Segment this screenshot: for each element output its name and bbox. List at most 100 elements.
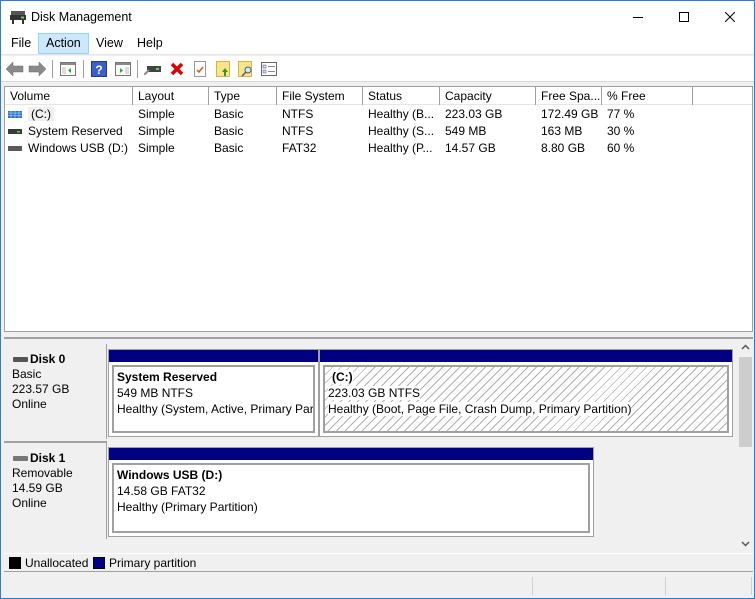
scrollbar-thumb[interactable]: [739, 357, 752, 447]
scroll-up-icon[interactable]: [741, 344, 750, 350]
back-button[interactable]: [5, 59, 25, 79]
column-header-status[interactable]: Status: [363, 87, 440, 105]
partition-name: (C:): [332, 370, 353, 384]
volume-name: System Reserved: [28, 124, 123, 138]
task-list-icon: [261, 62, 277, 76]
volume-type: Basic: [214, 141, 244, 155]
disk-state: Online: [12, 397, 47, 411]
folder-up-button[interactable]: [213, 59, 233, 79]
volume-percent-free: 77 %: [607, 107, 635, 121]
column-header-type[interactable]: Type: [209, 87, 277, 105]
volume-free-space: 172.49 GB: [541, 107, 599, 121]
column-header-capacity[interactable]: Capacity: [440, 87, 536, 105]
striped-volume-icon: [8, 111, 22, 118]
menu-file[interactable]: File: [4, 33, 38, 54]
volume-capacity: 14.57 GB: [445, 141, 496, 155]
close-button[interactable]: [707, 1, 753, 32]
primary-partition-bar: [320, 350, 732, 362]
column-header-free-space[interactable]: Free Spa...: [536, 87, 602, 105]
disk-size: 223.57 GB: [12, 382, 70, 396]
menu-action[interactable]: Action: [38, 33, 89, 54]
properties-button[interactable]: [190, 59, 210, 79]
column-header-layout[interactable]: Layout: [133, 87, 209, 105]
disk-state: Online: [12, 496, 47, 510]
folder-up-icon: [216, 61, 230, 77]
disk-management-app-icon: [10, 11, 26, 24]
minimize-icon: [633, 16, 643, 18]
legend-primary-partition: Primary partition: [109, 556, 197, 570]
legend-unallocated: Unallocated: [25, 556, 89, 570]
window-title: Disk Management: [31, 10, 132, 24]
show-hide-console-tree-button[interactable]: [58, 59, 78, 79]
delete-button[interactable]: [167, 59, 187, 79]
menu-help[interactable]: Help: [130, 33, 170, 54]
volume-row[interactable]: Windows USB (D:) Simple Basic FAT32 Heal…: [5, 140, 752, 157]
partition-name: System Reserved: [117, 370, 218, 384]
volume-percent-free: 60 %: [607, 141, 635, 155]
show-hide-action-pane-button[interactable]: [113, 59, 133, 79]
minimize-button[interactable]: [615, 1, 661, 32]
volume-type: Basic: [214, 124, 244, 138]
column-header-volume[interactable]: Volume: [5, 87, 133, 105]
primary-partition-swatch: [93, 557, 105, 569]
connect-disk-button[interactable]: [143, 59, 163, 79]
menu-view[interactable]: View: [89, 33, 130, 54]
column-header-filler: [693, 87, 754, 105]
partition-size-fs: 223.03 GB NTFS: [328, 386, 421, 400]
volume-name: Windows USB (D:): [28, 141, 129, 155]
volume-type: Basic: [214, 107, 244, 121]
volume-row[interactable]: System Reserved Simple Basic NTFS Health…: [5, 123, 752, 140]
volume-list-header: Volume Layout Type File System Status Ca…: [5, 87, 752, 105]
disk-icon: [13, 456, 28, 461]
volume-layout: Simple: [138, 107, 175, 121]
volume-status: Healthy (P...: [368, 141, 433, 155]
help-icon: ?: [91, 61, 107, 77]
connect-disk-icon: [144, 66, 161, 75]
svg-text:?: ?: [95, 63, 102, 77]
volume-layout: Simple: [138, 141, 175, 155]
disk-management-window: Disk Management File Action View Help ?: [0, 0, 755, 599]
console-tree-icon: [60, 62, 76, 76]
properties-checkmark-icon: [194, 61, 206, 77]
selected-partition-hatch: (C:) 223.03 GB NTFS Healthy (Boot, Page …: [323, 365, 729, 433]
help-button[interactable]: ?: [89, 59, 109, 79]
title-bar[interactable]: Disk Management: [1, 1, 754, 32]
volume-capacity: 549 MB: [445, 124, 487, 138]
folder-search-button[interactable]: [236, 59, 256, 79]
vertical-scrollbar[interactable]: [738, 339, 753, 553]
partition-status: Healthy (Primary Partition): [117, 500, 258, 514]
action-pane-icon: [115, 62, 131, 76]
scroll-down-icon[interactable]: [741, 541, 750, 547]
volume-row[interactable]: (C:) Simple Basic NTFS Healthy (B... 223…: [5, 106, 752, 123]
partition-c-drive[interactable]: (C:) 223.03 GB NTFS Healthy (Boot, Page …: [319, 349, 733, 437]
forward-button[interactable]: [27, 59, 47, 79]
folder-search-icon: [238, 61, 252, 77]
disk-row: Disk 1 Removable 14.59 GB Online Windows…: [4, 441, 736, 539]
partition-windows-usb[interactable]: Windows USB (D:) 14.58 GB FAT32 Healthy …: [108, 447, 594, 537]
partition-system-reserved[interactable]: System Reserved 549 MB NTFS Healthy (Sys…: [108, 349, 319, 437]
column-header-percent-free[interactable]: % Free: [602, 87, 693, 105]
menu-bar: File Action View Help: [1, 32, 754, 55]
volume-percent-free: 30 %: [607, 124, 635, 138]
disk-type: Removable: [12, 466, 73, 480]
volume-file-system: FAT32: [282, 141, 317, 155]
maximize-button[interactable]: [661, 1, 707, 32]
disk-name: Disk 0: [30, 352, 66, 366]
partition-status: Healthy (System, Active, Primary Part: [117, 402, 315, 416]
volume-name: (C:): [28, 107, 54, 121]
unallocated-swatch: [9, 557, 21, 569]
task-list-button[interactable]: [259, 59, 279, 79]
disk-size: 14.59 GB: [12, 481, 63, 495]
volume-layout: Simple: [138, 124, 175, 138]
back-arrow-icon: [6, 62, 24, 76]
volume-status: Healthy (S...: [368, 124, 435, 138]
drive-icon: [8, 146, 22, 151]
disk-label[interactable]: Disk 0 Basic 223.57 GB Online: [4, 344, 107, 439]
volume-free-space: 8.80 GB: [541, 141, 586, 155]
close-icon: [725, 11, 735, 22]
disk-label[interactable]: Disk 1 Removable 14.59 GB Online: [4, 441, 107, 539]
column-header-file-system[interactable]: File System: [277, 87, 363, 105]
disk-type: Basic: [12, 367, 42, 381]
partition-size-fs: 549 MB NTFS: [117, 386, 194, 400]
delete-icon: [170, 62, 184, 76]
